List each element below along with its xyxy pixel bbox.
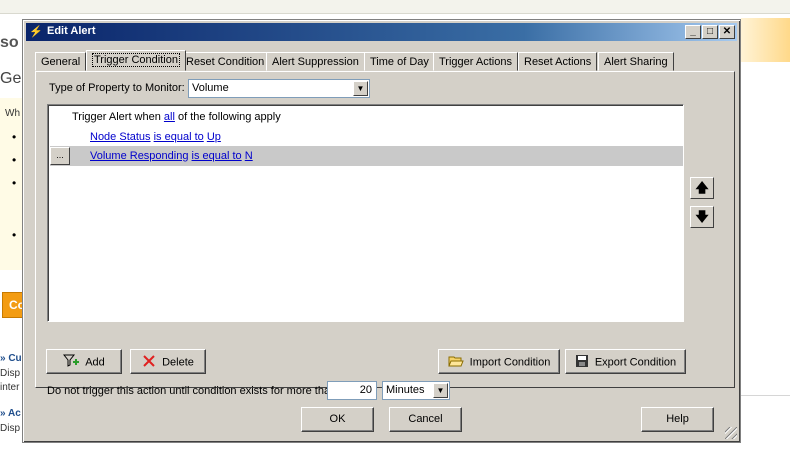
chevron-down-icon[interactable]: ▼ [353, 81, 368, 96]
resize-grip[interactable] [725, 427, 737, 439]
export-condition-button[interactable]: Export Condition [565, 349, 686, 374]
add-condition-button[interactable]: Add [46, 349, 122, 374]
tab-trigger-condition[interactable]: Trigger Condition [86, 50, 186, 71]
duration-unit-select[interactable]: Minutes ▼ [382, 381, 450, 400]
close-button[interactable]: ✕ [719, 25, 735, 39]
chevron-down-icon[interactable]: ▼ [433, 383, 448, 398]
open-folder-icon [447, 354, 464, 371]
background-text-fragment: Disp [0, 423, 21, 434]
condition-header: Trigger Alert when all of the following … [72, 111, 281, 123]
tab-alert-suppression[interactable]: Alert Suppression [266, 52, 365, 71]
condition-operator-link[interactable]: is equal to [154, 131, 204, 143]
dialog-titlebar[interactable]: ⚡ Edit Alert _ □ ✕ [26, 23, 737, 41]
condition-value-link[interactable]: Up [207, 131, 221, 143]
duration-label: Do not trigger this action until conditi… [47, 385, 337, 397]
condition-row-selected[interactable]: ... Volume Responding is equal to N [50, 146, 683, 166]
background-bullet: • [12, 228, 17, 242]
quantifier-link[interactable]: all [164, 111, 175, 123]
dialog-title: Edit Alert [47, 25, 96, 37]
condition-value-link[interactable]: N [245, 150, 253, 162]
ok-button[interactable]: OK [301, 407, 374, 432]
property-type-select[interactable]: Volume ▼ [188, 79, 370, 98]
tab-reset-condition[interactable]: Reset Condition [180, 52, 271, 71]
condition-field-link[interactable]: Volume Responding [90, 150, 188, 162]
move-up-button[interactable]: 🡅 [690, 177, 714, 199]
background-orange-button[interactable]: Co [2, 292, 25, 318]
lightning-icon: ⚡ [29, 26, 43, 38]
edit-alert-dialog: ⚡ Edit Alert _ □ ✕ General Trigger Conditi… [22, 19, 741, 443]
tab-reset-actions[interactable]: Reset Actions [518, 52, 598, 71]
background-heading-fragment: so [0, 34, 19, 51]
background-link-fragment[interactable]: » Cu [0, 353, 22, 364]
window-controls: _ □ ✕ [684, 25, 735, 39]
delete-x-icon [142, 354, 156, 371]
tab-alert-sharing[interactable]: Alert Sharing [598, 52, 674, 71]
trigger-condition-panel: Type of Property to Monitor: Volume ▼ Tr… [35, 71, 735, 400]
background-text-fragment: Disp [0, 368, 21, 379]
tab-trigger-actions[interactable]: Trigger Actions [433, 52, 518, 71]
condition-field-link[interactable]: Node Status [90, 131, 151, 143]
background-bullet: • [12, 176, 17, 190]
property-type-label: Type of Property to Monitor: [49, 82, 185, 94]
background-text-fragment: Wh [5, 108, 20, 119]
minimize-button[interactable]: _ [685, 25, 701, 39]
condition-builder: Trigger Alert when all of the following … [47, 104, 684, 322]
add-filter-icon [63, 354, 80, 371]
condition-row: Node Status is equal to Up [90, 131, 221, 143]
delete-condition-button[interactable]: Delete [130, 349, 206, 374]
help-button[interactable]: Help [641, 407, 714, 432]
cancel-button[interactable]: Cancel [389, 407, 462, 432]
property-type-value: Volume [192, 82, 229, 94]
background-page-header [0, 0, 790, 14]
import-condition-button[interactable]: Import Condition [438, 349, 560, 374]
background-bullet: • [12, 153, 17, 167]
duration-unit-value: Minutes [386, 384, 425, 396]
condition-operator-link[interactable]: is equal to [192, 150, 242, 162]
arrow-up-icon: 🡅 [695, 180, 709, 195]
move-down-button[interactable]: 🡇 [690, 206, 714, 228]
tab-general[interactable]: General [35, 52, 87, 71]
background-subheading-fragment: Ge [0, 70, 22, 87]
arrow-down-icon: 🡇 [695, 209, 709, 224]
condition-options-button[interactable]: ... [50, 147, 70, 165]
save-disk-icon [575, 354, 589, 371]
duration-input[interactable]: 20 [327, 381, 377, 400]
background-link-fragment[interactable]: » Ac [0, 408, 21, 419]
maximize-button[interactable]: □ [702, 25, 718, 39]
background-divider [741, 395, 790, 396]
background-bullet: • [12, 130, 17, 144]
background-page-banner [741, 18, 790, 62]
tab-time-of-day[interactable]: Time of Day [364, 52, 435, 71]
background-text-fragment: inter [0, 382, 20, 393]
